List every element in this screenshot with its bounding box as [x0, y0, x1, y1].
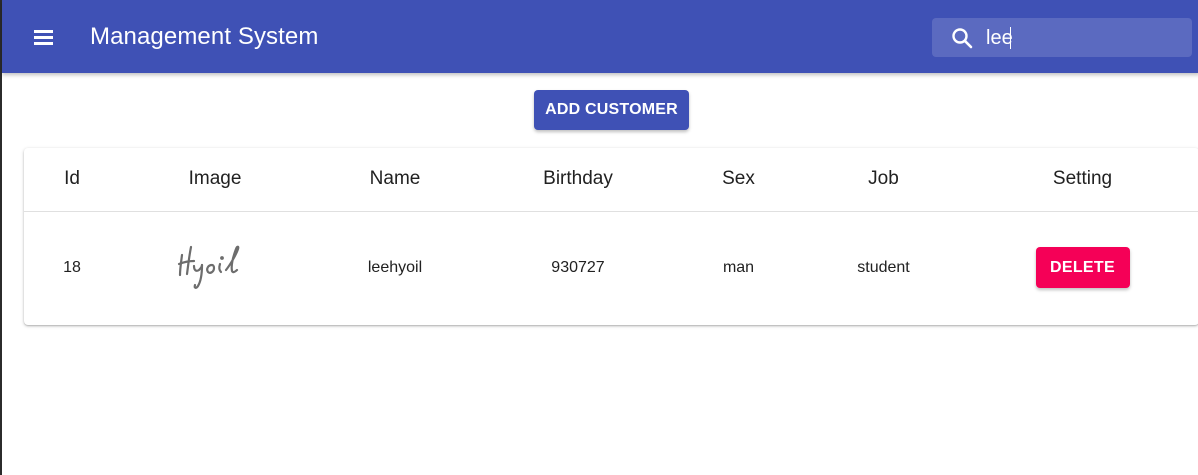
header-setting: Setting — [966, 148, 1198, 212]
add-customer-button[interactable]: ADD CUSTOMER — [534, 90, 689, 130]
search-icon — [952, 28, 973, 49]
cell-image — [120, 211, 310, 324]
search-box[interactable] — [932, 18, 1192, 57]
search-input[interactable] — [986, 24, 1182, 52]
cell-job: student — [857, 258, 910, 276]
header-image: Image — [120, 148, 310, 212]
cell-setting: DELETE — [966, 211, 1198, 324]
signature-image — [177, 245, 240, 290]
page: Management System ADD CUSTOMER Id Image … — [0, 0, 1198, 475]
delete-button[interactable]: DELETE — [1035, 247, 1130, 289]
text-caret — [1010, 27, 1011, 49]
menu-icon[interactable] — [32, 26, 56, 48]
header-sex: Sex — [676, 148, 801, 212]
cell-id: 18 — [63, 258, 81, 276]
app-bar: Management System — [2, 0, 1198, 73]
cell-name: leehyoil — [367, 258, 423, 276]
header-id: Id — [24, 148, 120, 212]
customer-table-card: Id Image Name Birthday Sex Job Setting 1… — [24, 148, 1198, 325]
header-birthday: Birthday — [480, 148, 676, 212]
table-header-row: Id Image Name Birthday Sex Job Setting — [24, 148, 1198, 212]
header-job: Job — [801, 148, 966, 212]
cell-sex: man — [722, 258, 755, 276]
header-name: Name — [310, 148, 480, 212]
cell-birthday: 930727 — [551, 258, 605, 276]
app-title: Management System — [90, 23, 319, 50]
customer-table: Id Image Name Birthday Sex Job Setting 1… — [24, 148, 1198, 324]
table-row: 18 leehyoil 930727 man student DELETE — [24, 211, 1198, 324]
